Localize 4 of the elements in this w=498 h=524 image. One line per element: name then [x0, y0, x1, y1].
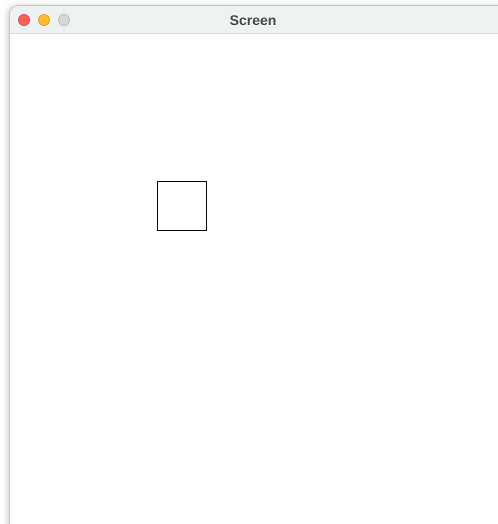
outlined-square [157, 181, 207, 231]
window-title: Screen [230, 12, 276, 28]
close-button[interactable] [18, 14, 30, 26]
minimize-button[interactable] [38, 14, 50, 26]
